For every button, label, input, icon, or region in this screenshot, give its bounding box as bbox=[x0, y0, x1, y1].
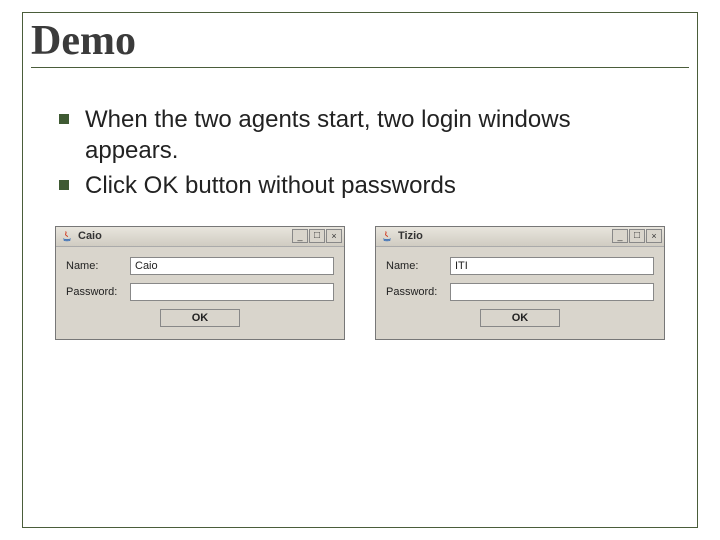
window-body: Name: Password: OK bbox=[56, 247, 344, 339]
name-label: Name: bbox=[386, 260, 450, 272]
java-icon bbox=[60, 229, 74, 243]
minimize-button[interactable]: _ bbox=[612, 229, 628, 243]
bullet-item: Click OK button without passwords bbox=[51, 170, 669, 201]
close-button[interactable]: × bbox=[326, 229, 342, 243]
window-title: Tizio bbox=[398, 230, 612, 242]
slide-title: Demo bbox=[31, 17, 689, 65]
window-title: Caio bbox=[78, 230, 292, 242]
title-underline bbox=[31, 67, 689, 68]
window-controls: _ □ × bbox=[612, 229, 662, 243]
window-controls: _ □ × bbox=[292, 229, 342, 243]
name-input[interactable] bbox=[130, 257, 334, 275]
name-input[interactable] bbox=[450, 257, 654, 275]
maximize-button[interactable]: □ bbox=[309, 229, 325, 243]
bullet-list: When the two agents start, two login win… bbox=[51, 104, 669, 202]
name-row: Name: bbox=[66, 257, 334, 275]
login-window: Caio _ □ × Name: Password: bbox=[55, 226, 345, 340]
close-button[interactable]: × bbox=[646, 229, 662, 243]
title-area: Demo bbox=[23, 13, 697, 74]
ok-row: OK bbox=[66, 309, 334, 327]
password-label: Password: bbox=[66, 286, 130, 298]
windows-row: Caio _ □ × Name: Password: bbox=[51, 226, 669, 340]
login-window: Tizio _ □ × Name: Password: bbox=[375, 226, 665, 340]
ok-button[interactable]: OK bbox=[160, 309, 240, 327]
password-row: Password: bbox=[386, 283, 654, 301]
password-row: Password: bbox=[66, 283, 334, 301]
titlebar: Tizio _ □ × bbox=[376, 227, 664, 247]
window-body: Name: Password: OK bbox=[376, 247, 664, 339]
maximize-button[interactable]: □ bbox=[629, 229, 645, 243]
name-label: Name: bbox=[66, 260, 130, 272]
bullet-item: When the two agents start, two login win… bbox=[51, 104, 669, 166]
password-input[interactable] bbox=[450, 283, 654, 301]
titlebar: Caio _ □ × bbox=[56, 227, 344, 247]
ok-button[interactable]: OK bbox=[480, 309, 560, 327]
java-icon bbox=[380, 229, 394, 243]
slide-body: When the two agents start, two login win… bbox=[23, 74, 697, 340]
password-label: Password: bbox=[386, 286, 450, 298]
password-input[interactable] bbox=[130, 283, 334, 301]
name-row: Name: bbox=[386, 257, 654, 275]
ok-row: OK bbox=[386, 309, 654, 327]
minimize-button[interactable]: _ bbox=[292, 229, 308, 243]
slide-frame: Demo When the two agents start, two logi… bbox=[22, 12, 698, 528]
